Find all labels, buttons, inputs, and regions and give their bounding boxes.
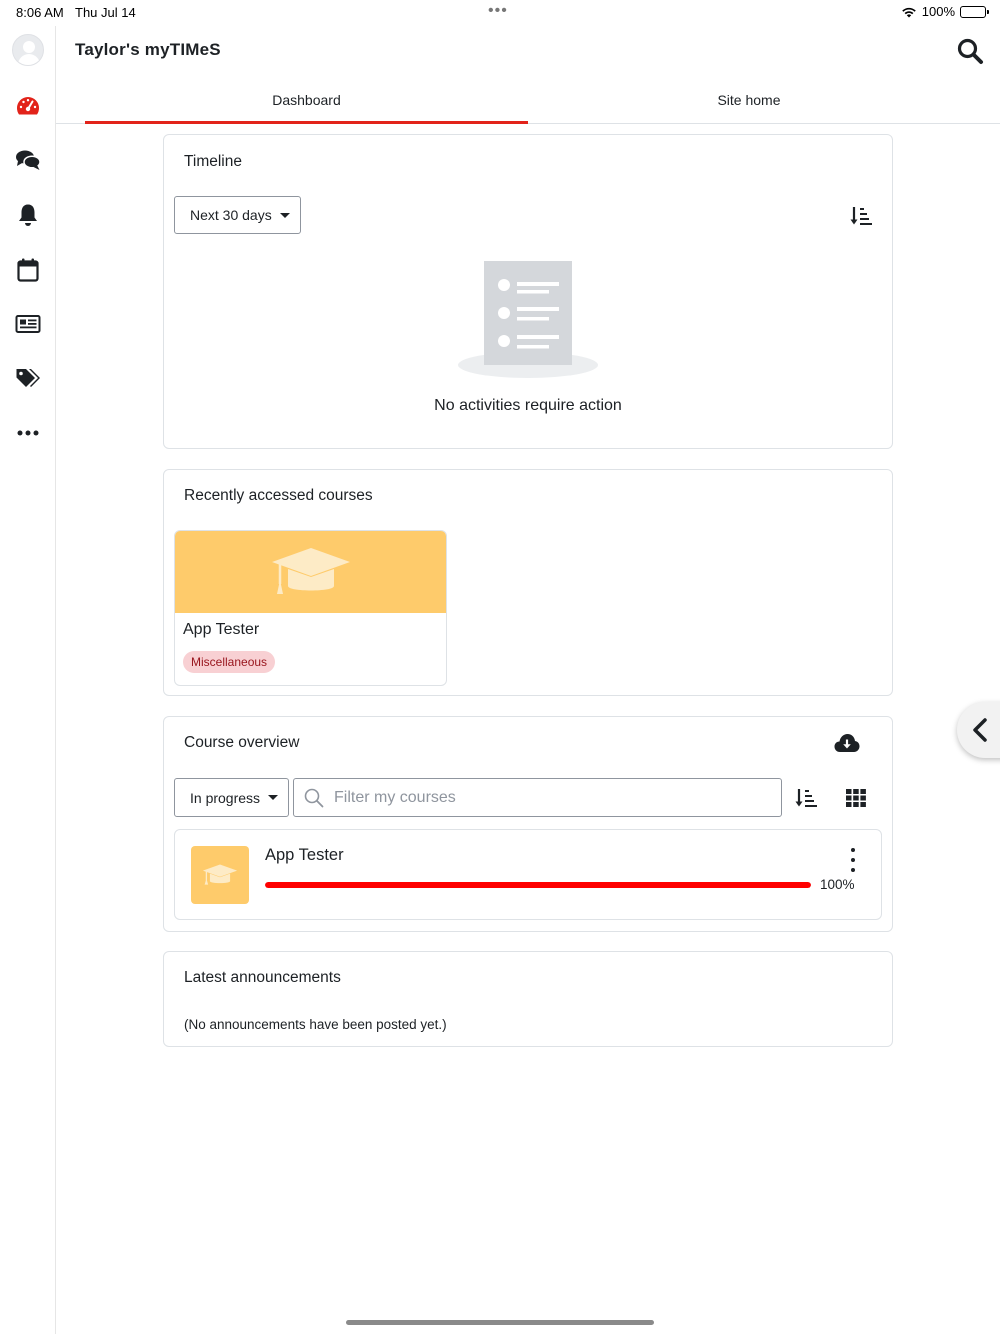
course-image — [175, 531, 446, 613]
left-rail — [0, 26, 56, 1334]
news-icon — [15, 315, 41, 333]
rail-item-dashboard[interactable] — [0, 86, 56, 126]
grid-view-button[interactable] — [841, 783, 871, 813]
rail-user-avatar[interactable] — [0, 30, 56, 70]
empty-list-icon — [458, 261, 598, 378]
timeline-range-select[interactable]: Next 30 days — [174, 196, 301, 234]
course-sort-button[interactable] — [791, 783, 821, 813]
search-icon — [957, 38, 983, 64]
announcements-card: Latest announcements (No announcements h… — [163, 951, 893, 1047]
course-status-label: In progress — [190, 789, 261, 806]
timeline-range-label: Next 30 days — [190, 207, 272, 223]
status-date: Thu Jul 14 — [75, 5, 136, 20]
caret-down-icon — [280, 213, 290, 218]
tab-dashboard[interactable]: Dashboard — [85, 76, 528, 124]
course-overview-title: Course overview — [184, 734, 300, 751]
rail-item-calendar[interactable] — [0, 250, 56, 290]
main-tabs: Dashboard Site home — [56, 76, 1000, 124]
search-button[interactable] — [956, 37, 984, 65]
graduation-cap-icon — [202, 864, 238, 885]
progress-fill — [265, 882, 811, 888]
tab-site-home[interactable]: Site home — [528, 76, 970, 123]
course-status-select[interactable]: In progress — [174, 778, 289, 817]
course-options-button[interactable] — [843, 848, 863, 872]
rail-item-notifications[interactable] — [0, 195, 56, 235]
course-progress-bar — [265, 882, 811, 888]
course-thumbnail — [191, 846, 249, 904]
announcements-title: Latest announcements — [184, 969, 341, 986]
rail-item-more[interactable] — [0, 413, 56, 453]
home-indicator — [346, 1320, 654, 1325]
timeline-card: Timeline Next 30 days No activities requ… — [163, 134, 893, 449]
recent-courses-card: Recently accessed courses App Tester Mis… — [163, 469, 893, 696]
course-search-input[interactable]: Filter my courses — [293, 778, 782, 817]
avatar — [12, 34, 44, 66]
tags-icon — [16, 369, 40, 387]
announcements-empty-message: (No announcements have been posted yet.) — [184, 1017, 447, 1032]
course-search-placeholder: Filter my courses — [334, 788, 456, 806]
sort-icon — [850, 207, 872, 225]
timeline-empty-message: No activities require action — [434, 397, 622, 414]
cloud-download-icon — [834, 734, 860, 752]
dashboard-icon — [16, 97, 40, 115]
messages-icon — [16, 150, 41, 170]
status-right: 100% — [901, 4, 989, 19]
recent-course-card[interactable]: App Tester Miscellaneous — [174, 530, 447, 686]
more-icon — [17, 430, 39, 436]
wifi-icon — [901, 7, 916, 17]
caret-down-icon — [268, 795, 278, 800]
course-list-item[interactable]: App Tester 100% — [174, 829, 882, 920]
status-time: 8:06 AM — [16, 5, 64, 20]
calendar-icon — [17, 258, 39, 282]
notifications-icon — [19, 204, 37, 226]
multitasking-dots-icon[interactable]: ••• — [488, 3, 508, 19]
course-name: App Tester — [265, 846, 344, 864]
download-courses-button[interactable] — [832, 728, 862, 758]
course-category-badge: Miscellaneous — [183, 651, 276, 673]
search-icon — [304, 788, 324, 808]
grid-icon — [846, 789, 866, 807]
status-bar: 8:06 AM Thu Jul 14 ••• 100% — [0, 0, 1000, 26]
course-overview-card: Course overview In progress Filter my co… — [163, 716, 893, 932]
timeline-title: Timeline — [184, 153, 242, 170]
course-progress-text: 100% — [820, 877, 855, 892]
sort-icon — [795, 789, 817, 807]
chevron-left-icon — [973, 718, 987, 742]
timeline-sort-button[interactable] — [846, 201, 876, 231]
block-drawer-toggle[interactable] — [957, 702, 1000, 758]
battery-percent: 100% — [921, 4, 955, 19]
app-title: Taylor's myTIMeS — [75, 40, 221, 59]
recent-courses-title: Recently accessed courses — [184, 487, 373, 504]
rail-item-tags[interactable] — [0, 358, 56, 398]
graduation-cap-icon — [271, 548, 350, 594]
battery-icon — [960, 5, 989, 18]
rail-item-messages[interactable] — [0, 140, 56, 180]
recent-course-name: App Tester — [183, 621, 260, 638]
rail-item-news[interactable] — [0, 304, 56, 344]
